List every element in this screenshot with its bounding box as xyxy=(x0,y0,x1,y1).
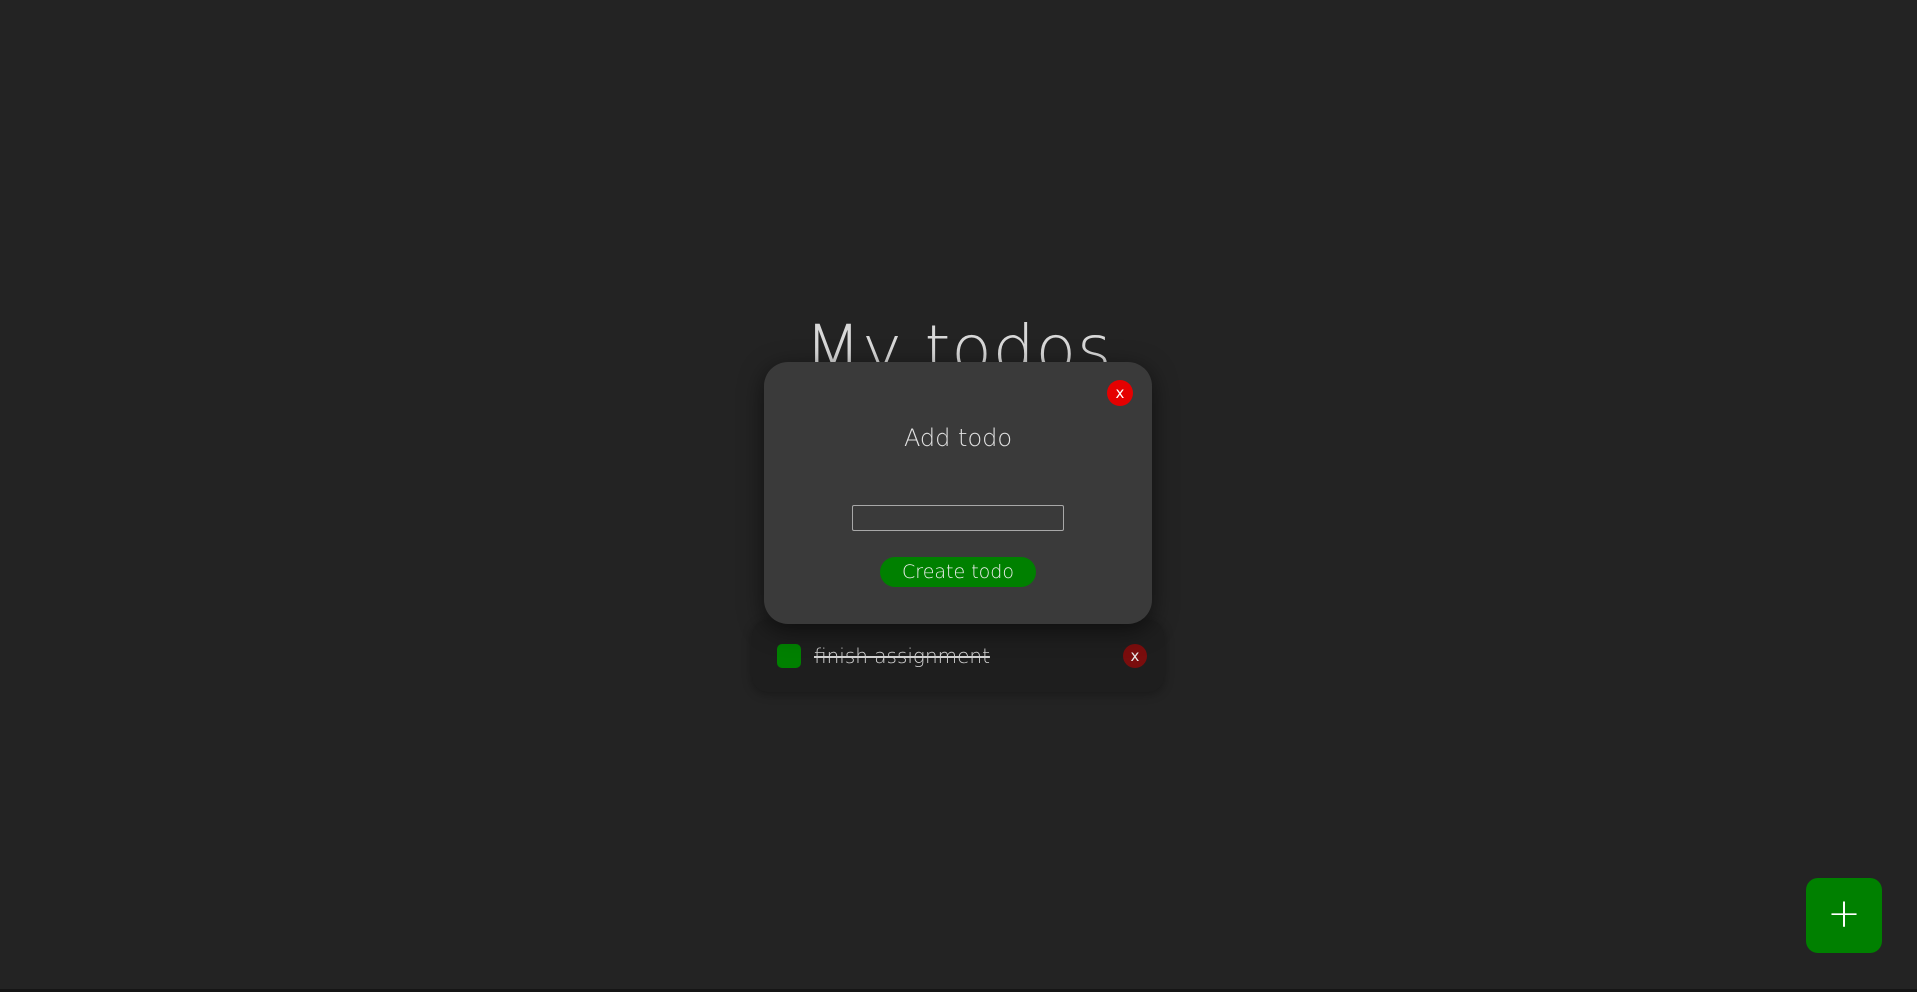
app-page: My todos finish assignment x x Add todo … xyxy=(0,0,1917,992)
todo-delete-button[interactable]: x xyxy=(1123,644,1147,668)
todo-input[interactable] xyxy=(852,505,1064,531)
todo-checkbox[interactable] xyxy=(777,644,801,668)
add-todo-fab[interactable]: + xyxy=(1806,878,1882,953)
modal-heading: Add todo xyxy=(903,424,1013,452)
todo-list: finish assignment x xyxy=(752,620,1164,692)
create-todo-button[interactable]: Create todo xyxy=(880,557,1036,587)
add-todo-modal: x Add todo Create todo xyxy=(764,362,1152,624)
plus-icon: + xyxy=(1827,891,1861,937)
modal-close-button[interactable]: x xyxy=(1107,380,1133,406)
todo-item: finish assignment x xyxy=(752,620,1164,692)
todo-text: finish assignment xyxy=(814,644,990,668)
